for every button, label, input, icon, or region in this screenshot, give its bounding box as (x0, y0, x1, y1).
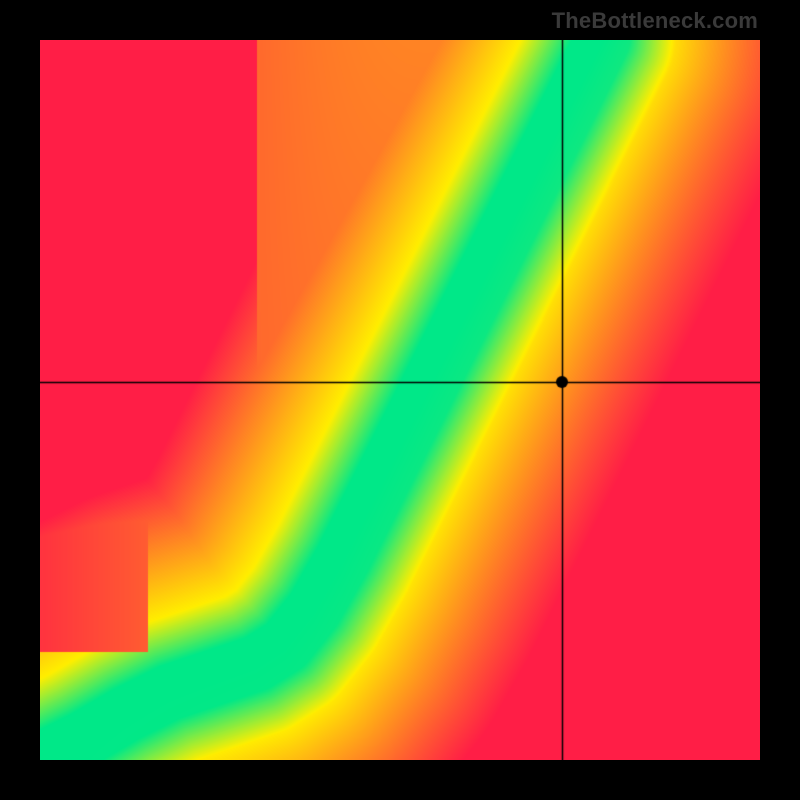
plot-area (40, 40, 760, 760)
heatmap-canvas (40, 40, 760, 760)
chart-frame: TheBottleneck.com (0, 0, 800, 800)
watermark-text: TheBottleneck.com (552, 8, 758, 34)
